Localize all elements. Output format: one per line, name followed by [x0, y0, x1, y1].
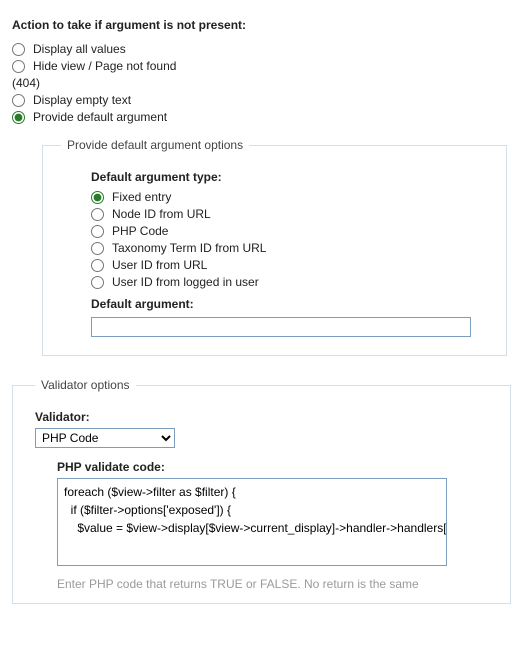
radio-user-id-logged[interactable]	[91, 276, 104, 289]
action-heading: Action to take if argument is not presen…	[12, 16, 511, 34]
argtype-option-user-id-logged[interactable]: User ID from logged in user	[91, 275, 488, 289]
action-option-empty-text[interactable]: Display empty text	[12, 93, 511, 107]
hide-view-404: (404)	[12, 76, 511, 90]
radio-label-taxonomy: Taxonomy Term ID from URL	[112, 241, 266, 255]
radio-label-node-id: Node ID from URL	[112, 207, 211, 221]
php-validate-code-label: PHP validate code:	[57, 460, 488, 474]
radio-node-id[interactable]	[91, 208, 104, 221]
action-option-hide-view[interactable]: Hide view / Page not found	[12, 59, 511, 73]
validator-legend: Validator options	[35, 378, 136, 392]
radio-label-user-id-url: User ID from URL	[112, 258, 207, 272]
radio-php-code[interactable]	[91, 225, 104, 238]
default-argument-legend: Provide default argument options	[61, 138, 249, 152]
validator-label: Validator:	[35, 410, 488, 424]
action-option-display-all[interactable]: Display all values	[12, 42, 511, 56]
radio-taxonomy[interactable]	[91, 242, 104, 255]
argtype-option-fixed-entry[interactable]: Fixed entry	[91, 190, 488, 204]
php-validate-code-help: Enter PHP code that returns TRUE or FALS…	[57, 575, 487, 593]
radio-label-default-argument: Provide default argument	[33, 110, 167, 124]
argtype-option-user-id-url[interactable]: User ID from URL	[91, 258, 488, 272]
radio-label-fixed-entry: Fixed entry	[112, 190, 171, 204]
php-validate-code-textarea[interactable]	[57, 478, 447, 566]
default-argument-input[interactable]	[91, 317, 471, 337]
radio-label-hide-view: Hide view / Page not found	[33, 59, 176, 73]
argtype-option-node-id[interactable]: Node ID from URL	[91, 207, 488, 221]
argtype-option-taxonomy[interactable]: Taxonomy Term ID from URL	[91, 241, 488, 255]
default-argument-label: Default argument:	[91, 297, 488, 311]
radio-empty-text[interactable]	[12, 94, 25, 107]
radio-display-all[interactable]	[12, 43, 25, 56]
validator-fieldset: Validator options Validator: PHP Code PH…	[12, 378, 511, 604]
radio-label-php-code: PHP Code	[112, 224, 168, 238]
radio-fixed-entry[interactable]	[91, 191, 104, 204]
default-argument-fieldset: Provide default argument options Default…	[42, 138, 507, 356]
radio-label-display-all: Display all values	[33, 42, 126, 56]
argtype-option-php-code[interactable]: PHP Code	[91, 224, 488, 238]
default-argument-type-heading: Default argument type:	[91, 170, 488, 184]
radio-label-user-id-logged: User ID from logged in user	[112, 275, 259, 289]
radio-user-id-url[interactable]	[91, 259, 104, 272]
radio-hide-view[interactable]	[12, 60, 25, 73]
radio-label-empty-text: Display empty text	[33, 93, 131, 107]
action-option-default-argument[interactable]: Provide default argument	[12, 110, 511, 124]
radio-default-argument[interactable]	[12, 111, 25, 124]
validator-select[interactable]: PHP Code	[35, 428, 175, 448]
